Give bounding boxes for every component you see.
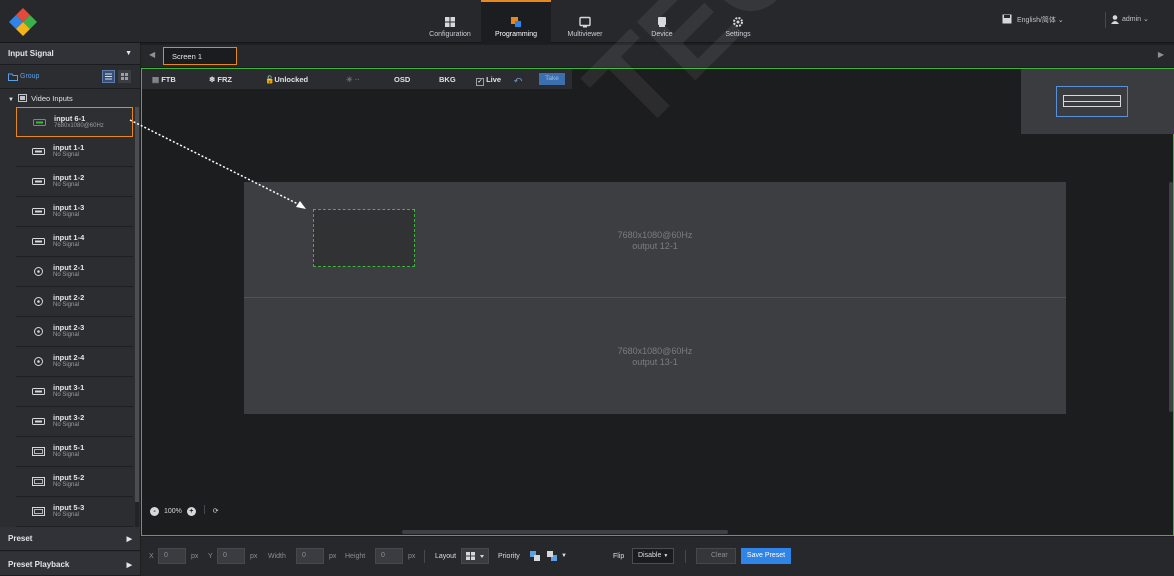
y-unit: px xyxy=(250,553,258,560)
drag-arrow xyxy=(129,119,306,209)
x-input[interactable]: 0 xyxy=(158,548,186,564)
chevron-down-icon[interactable]: ▼ xyxy=(561,553,567,559)
divider xyxy=(424,550,425,563)
x-unit: px xyxy=(191,553,199,560)
flip-select[interactable]: Disable ▼ xyxy=(632,548,674,564)
clear-label: Clear xyxy=(711,552,728,559)
flip-value: Disable xyxy=(638,552,662,559)
width-input[interactable]: 0 xyxy=(296,548,324,564)
layout-select[interactable] xyxy=(461,548,489,564)
height-unit: px xyxy=(408,553,416,560)
width-label: Width xyxy=(268,553,286,560)
layout-label: Layout xyxy=(435,553,457,560)
height-label: Height xyxy=(345,553,366,560)
x-label: X xyxy=(149,553,154,560)
flip-label: Flip xyxy=(613,553,625,560)
layout-grid-icon xyxy=(466,552,484,560)
bring-forward-icon[interactable] xyxy=(529,550,541,562)
priority-label: Priority xyxy=(498,553,520,560)
divider xyxy=(685,550,686,563)
send-backward-icon[interactable] xyxy=(546,550,558,562)
width-unit: px xyxy=(329,553,337,560)
y-input[interactable]: 0 xyxy=(217,548,245,564)
properties-bar: X 0 px Y 0 px Width 0 px Height 0 px Lay… xyxy=(141,537,1174,576)
y-label: Y xyxy=(208,553,213,560)
caret-down-icon: ▼ xyxy=(663,553,669,559)
clear-button[interactable]: Clear xyxy=(696,548,736,564)
height-input[interactable]: 0 xyxy=(375,548,403,564)
save-preset-button[interactable]: Save Preset xyxy=(741,548,791,564)
